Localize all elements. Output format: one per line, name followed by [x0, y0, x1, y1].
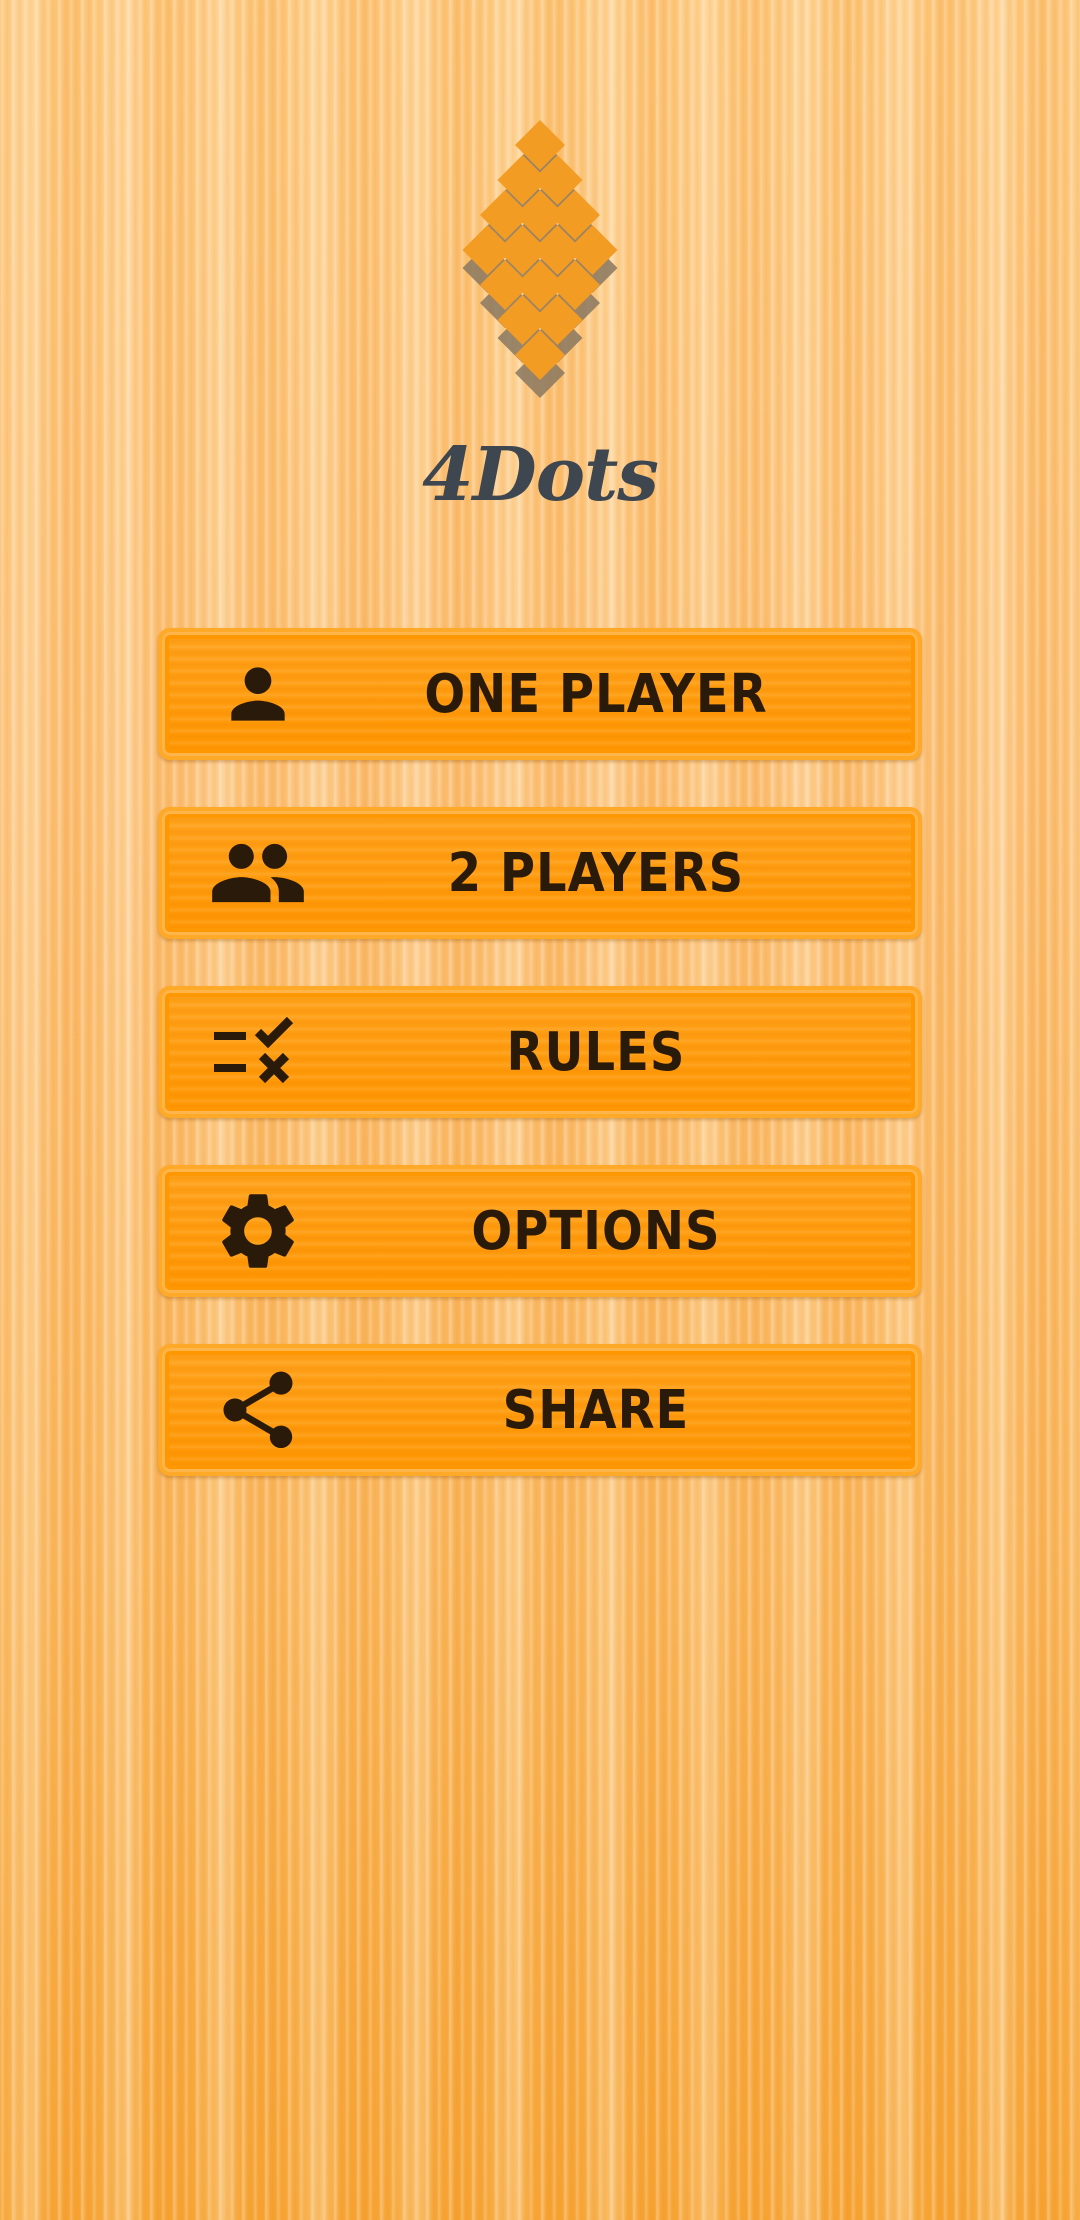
rules-button[interactable]: RULES: [158, 986, 922, 1118]
one-player-button[interactable]: ONE PLAYER: [158, 628, 922, 760]
share-icon: [208, 1370, 308, 1450]
share-button[interactable]: SHARE: [158, 1344, 922, 1476]
rules-label: RULES: [506, 1020, 686, 1084]
app-logo: [462, 120, 618, 398]
options-button[interactable]: OPTIONS: [158, 1165, 922, 1297]
rules-checklist-icon: [208, 1012, 308, 1092]
people-icon: [208, 833, 308, 913]
one-player-label: ONE PLAYER: [424, 662, 768, 726]
two-players-label: 2 PLAYERS: [447, 841, 745, 905]
person-icon: [208, 654, 308, 734]
two-players-button[interactable]: 2 PLAYERS: [158, 807, 922, 939]
options-label: OPTIONS: [471, 1199, 721, 1263]
gear-icon: [208, 1191, 308, 1271]
main-menu: ONE PLAYER 2 PLAYERS RULES OPTIONS SHARE: [158, 628, 922, 1523]
share-label: SHARE: [502, 1378, 690, 1442]
app-title: 4Dots: [422, 432, 659, 518]
